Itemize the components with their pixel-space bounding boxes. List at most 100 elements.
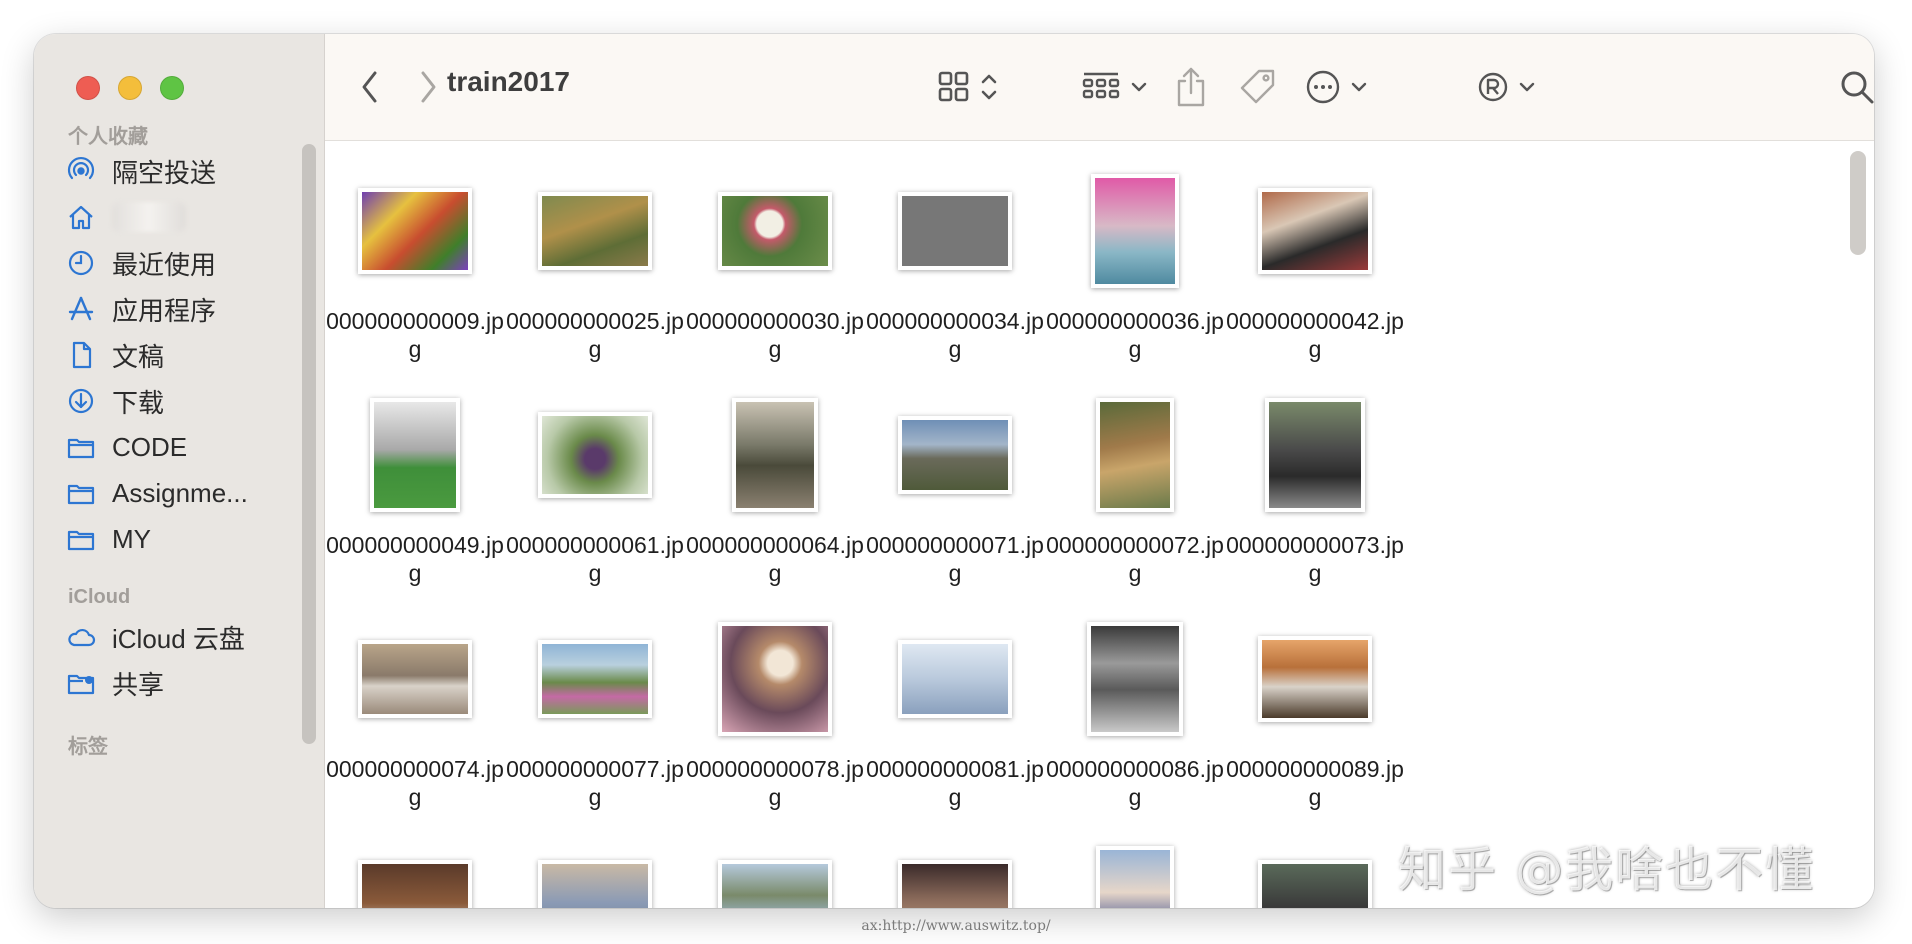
image-thumbnail bbox=[538, 640, 652, 718]
file-name: 000000000089.jpg bbox=[1226, 756, 1404, 810]
airdrop-icon bbox=[64, 154, 98, 188]
file-name: 000000000071.jpg bbox=[866, 532, 1044, 586]
sidebar-item-assignments[interactable]: Assignme... bbox=[64, 470, 294, 516]
sidebar-item-recents[interactable]: 最近使用 bbox=[64, 240, 294, 286]
chevron-right-icon bbox=[421, 71, 436, 103]
file-item[interactable]: 000000000064.jpg bbox=[685, 395, 865, 587]
file-item[interactable]: 000000000077.jpg bbox=[505, 619, 685, 811]
back-button[interactable] bbox=[355, 60, 385, 114]
file-item[interactable]: 000000000030.jpg bbox=[685, 171, 865, 363]
sidebar-item-applications[interactable]: 应用程序 bbox=[64, 286, 294, 332]
file-name: 000000000030.jpg bbox=[686, 308, 864, 362]
file-name: 000000000009.jpg bbox=[326, 308, 504, 362]
icloud-section-title: iCloud bbox=[68, 586, 131, 608]
cloud-icon bbox=[64, 620, 98, 654]
file-item[interactable] bbox=[1045, 843, 1225, 908]
sidebar-item-my[interactable]: MY bbox=[64, 516, 294, 562]
file-name: 000000000061.jpg bbox=[506, 532, 684, 586]
minimize-button[interactable] bbox=[118, 76, 142, 100]
group-button[interactable] bbox=[1081, 60, 1155, 114]
image-thumbnail bbox=[358, 188, 472, 274]
tag-button[interactable] bbox=[1237, 60, 1279, 114]
image-thumbnail bbox=[1096, 846, 1174, 908]
image-thumbnail bbox=[358, 640, 472, 718]
share-button[interactable] bbox=[1173, 60, 1209, 114]
file-item[interactable]: 000000000036.jpg bbox=[1045, 171, 1225, 363]
image-thumbnail bbox=[898, 860, 1012, 908]
recents-clock-icon bbox=[64, 246, 98, 280]
close-button[interactable] bbox=[76, 76, 100, 100]
favorites-section-title: 个人收藏 bbox=[68, 126, 148, 148]
sidebar-item-label: iCloud 云盘 bbox=[112, 623, 245, 654]
sidebar-item-home[interactable] bbox=[64, 194, 294, 240]
sidebar-item-shared[interactable]: 共享 bbox=[64, 660, 294, 706]
image-thumbnail bbox=[538, 192, 652, 270]
sidebar-item-documents[interactable]: 文稿 bbox=[64, 332, 294, 378]
toolbar: train2017 bbox=[325, 34, 1874, 141]
forward-button[interactable] bbox=[413, 60, 443, 114]
file-item[interactable]: 000000000042.jpg bbox=[1225, 171, 1405, 363]
group-grid-icon bbox=[1082, 72, 1147, 99]
file-item[interactable]: 000000000086.jpg bbox=[1045, 619, 1225, 811]
image-thumbnail bbox=[370, 398, 460, 512]
image-thumbnail bbox=[718, 192, 832, 270]
image-thumbnail bbox=[1096, 398, 1174, 512]
file-name: 000000000077.jpg bbox=[506, 756, 684, 810]
file-item[interactable]: 000000000009.jpg bbox=[325, 171, 505, 363]
image-thumbnail bbox=[538, 412, 652, 498]
sidebar-item-label: 共享 bbox=[112, 669, 165, 700]
file-item[interactable]: 000000000072.jpg bbox=[1045, 395, 1225, 587]
file-item[interactable]: 000000000081.jpg bbox=[865, 619, 1045, 811]
file-item[interactable] bbox=[1225, 843, 1405, 908]
file-item[interactable]: 000000000089.jpg bbox=[1225, 619, 1405, 811]
image-thumbnail bbox=[1258, 636, 1372, 722]
sidebar-item-label: 下载 bbox=[112, 387, 165, 418]
fullscreen-button[interactable] bbox=[160, 76, 184, 100]
content-scrollbar[interactable] bbox=[1850, 151, 1866, 255]
image-thumbnail bbox=[898, 416, 1012, 494]
applications-icon bbox=[64, 292, 98, 326]
icon-view-grid-icon bbox=[938, 71, 997, 102]
sidebar-item-code[interactable]: CODE bbox=[64, 424, 294, 470]
file-item[interactable]: 000000000034.jpg bbox=[865, 171, 1045, 363]
file-item[interactable]: 000000000071.jpg bbox=[865, 395, 1045, 587]
file-item[interactable] bbox=[325, 843, 505, 908]
image-thumbnail bbox=[718, 622, 832, 736]
chevron-left-icon bbox=[362, 71, 377, 103]
extension-button[interactable] bbox=[1477, 60, 1543, 114]
image-caption: ax:http://www.auswitz.top/ bbox=[861, 918, 1051, 934]
sidebar-item-airdrop[interactable]: 隔空投送 bbox=[64, 148, 294, 194]
file-name: 000000000036.jpg bbox=[1046, 308, 1224, 362]
file-item[interactable]: 000000000025.jpg bbox=[505, 171, 685, 363]
sidebar-item-label: CODE bbox=[112, 431, 188, 462]
image-thumbnail bbox=[1258, 188, 1372, 274]
sidebar-item-label: 隔空投送 bbox=[112, 157, 217, 188]
tags-section-title: 标签 bbox=[68, 736, 108, 758]
file-item[interactable] bbox=[685, 843, 865, 908]
sidebar-scrollbar[interactable] bbox=[302, 144, 316, 744]
more-actions-button[interactable] bbox=[1305, 60, 1375, 114]
view-mode-button[interactable] bbox=[937, 60, 1005, 114]
file-item[interactable]: 000000000061.jpg bbox=[505, 395, 685, 587]
file-item[interactable]: 000000000074.jpg bbox=[325, 619, 505, 811]
file-item[interactable]: 000000000078.jpg bbox=[685, 619, 865, 811]
search-icon bbox=[1841, 71, 1874, 104]
file-item[interactable]: 000000000049.jpg bbox=[325, 395, 505, 587]
image-thumbnail bbox=[718, 860, 832, 908]
file-item[interactable] bbox=[865, 843, 1045, 908]
sidebar-item-icloud-drive[interactable]: iCloud 云盘 bbox=[64, 614, 294, 660]
file-name: 000000000081.jpg bbox=[866, 756, 1044, 810]
file-name: 000000000078.jpg bbox=[686, 756, 864, 810]
share-icon bbox=[1177, 67, 1205, 107]
shared-folder-icon bbox=[64, 666, 98, 700]
tag-icon bbox=[1240, 69, 1275, 104]
file-name: 000000000072.jpg bbox=[1046, 532, 1224, 586]
sidebar-item-label: Assignme... bbox=[112, 477, 248, 508]
image-thumbnail bbox=[1265, 398, 1365, 512]
document-icon bbox=[64, 338, 98, 372]
file-item[interactable] bbox=[505, 843, 685, 908]
file-item[interactable]: 000000000073.jpg bbox=[1225, 395, 1405, 587]
sidebar-item-downloads[interactable]: 下载 bbox=[64, 378, 294, 424]
search-button[interactable] bbox=[1837, 60, 1874, 114]
image-thumbnail bbox=[1258, 860, 1372, 908]
